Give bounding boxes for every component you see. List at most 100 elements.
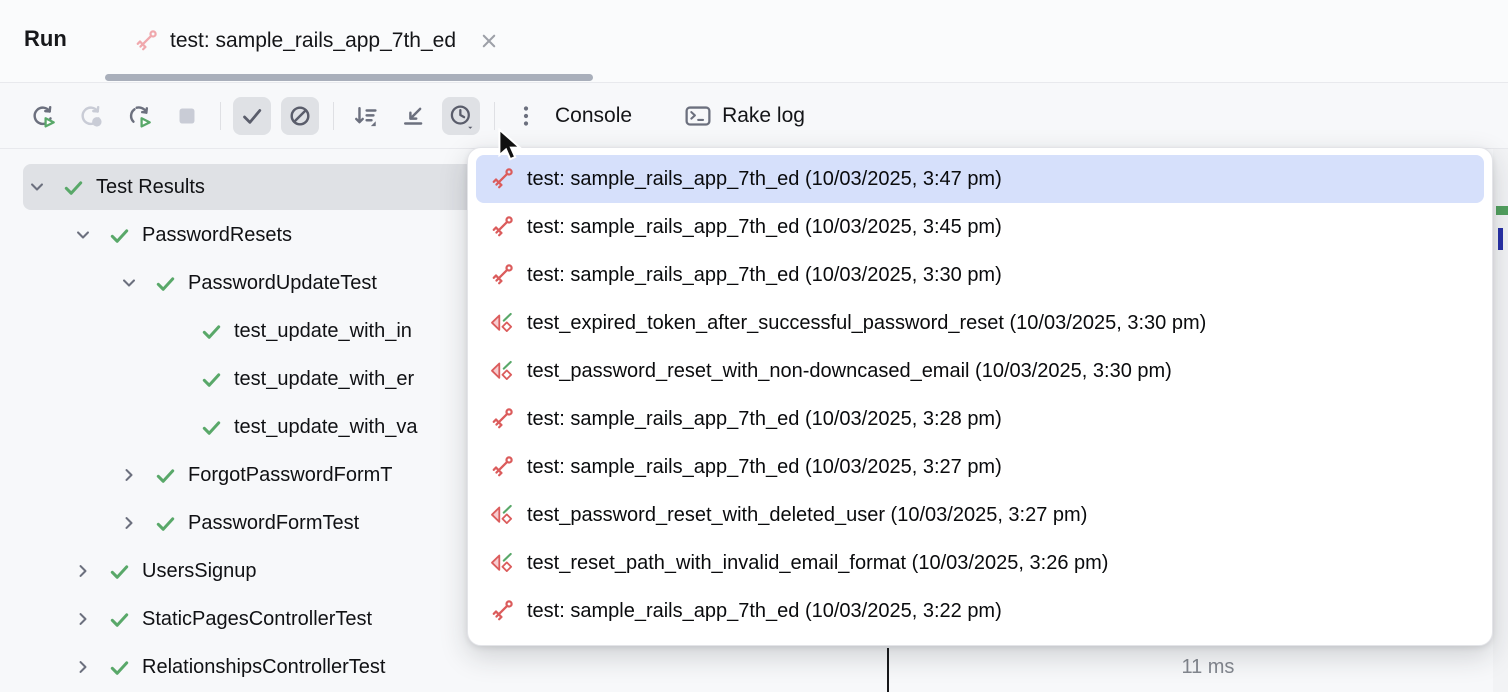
stop-button [168,97,206,135]
test-node-label: test_update_with_er [234,368,414,391]
toolbar-separator [494,102,495,130]
sort-by-duration-button[interactable] [346,97,384,135]
test-node-label: test_update_with_va [234,416,417,439]
test-runner-toolbar: Console Rake log [0,83,1508,149]
rerun-failed-tests-button [72,97,110,135]
auto-test-icon [126,103,152,129]
test-node-label: test_update_with_in [234,320,412,343]
mouse-cursor [497,128,523,162]
history-item-label: test_password_reset_with_non-downcased_e… [527,360,1172,383]
history-item[interactable]: test: sample_rails_app_7th_ed (10/03/202… [476,443,1484,491]
tool-window-header: Run test: sample_rails_app_7th_ed [0,0,1508,83]
rake-task-icon [490,167,514,191]
test-passed-icon [154,464,177,487]
test-node-label: UsersSignup [142,560,257,583]
clock-icon [448,103,474,129]
chevron-right-icon[interactable] [118,464,140,486]
history-item-label: test: sample_rails_app_7th_ed (10/03/202… [527,408,1002,431]
test-node-label: Test Results [96,176,205,199]
rake-log-tab-label: Rake log [722,104,805,128]
rake-task-icon [490,215,514,239]
rake-task-icon [490,455,514,479]
kebab-icon [513,103,539,129]
test-passed-icon [108,656,131,679]
tab-console[interactable]: Console [555,104,632,128]
test-history-button[interactable] [442,97,480,135]
test-passed-icon [108,560,131,583]
arrow-corner-icon [400,103,426,129]
test-passed-icon [62,176,85,199]
close-icon[interactable] [478,30,500,52]
test-history-popup: test: sample_rails_app_7th_ed (10/03/202… [467,147,1493,646]
console-tab-label: Console [555,104,632,128]
run-configuration-tab[interactable]: test: sample_rails_app_7th_ed [105,0,593,82]
tree-indent-spacer [164,320,186,342]
toolbar-separator [333,102,334,130]
history-item-label: test: sample_rails_app_7th_ed (10/03/202… [527,456,1002,479]
progress-bar-fragment [1496,206,1508,215]
test-passed-icon [108,608,131,631]
test-node-label: PasswordUpdateTest [188,272,377,295]
check-filter-icon [239,103,265,129]
rerun-icon [30,103,56,129]
test-node-label: PasswordFormTest [188,512,359,535]
history-item[interactable]: test: sample_rails_app_7th_ed (10/03/202… [476,155,1484,203]
history-item[interactable]: test: sample_rails_app_7th_ed (10/03/202… [476,395,1484,443]
test-passed-icon [154,272,177,295]
rerun-button[interactable] [24,97,62,135]
chevron-right-icon[interactable] [72,656,94,678]
test-duration: 11 ms [1181,643,1234,691]
test-node-label: ForgotPasswordFormT [188,464,393,487]
test-tree-row[interactable]: RelationshipsControllerTest11 ms [0,643,1508,691]
test-passed-icon [154,512,177,535]
minitest-icon [490,503,514,527]
show-ignored-button[interactable] [281,97,319,135]
history-item[interactable]: test: sample_rails_app_7th_ed (10/03/202… [476,251,1484,299]
test-node-label: PasswordResets [142,224,292,247]
history-item-label: test: sample_rails_app_7th_ed (10/03/202… [527,216,1002,239]
history-item-label: test: sample_rails_app_7th_ed (10/03/202… [527,600,1002,623]
tab-rake-log[interactable]: Rake log [684,103,805,129]
rerun-failed-icon [78,103,104,129]
tree-indent-spacer [164,368,186,390]
history-item-label: test_reset_path_with_invalid_email_forma… [527,552,1108,575]
history-item-label: test_expired_token_after_successful_pass… [527,312,1206,335]
rake-task-icon [490,263,514,287]
chevron-down-icon[interactable] [72,224,94,246]
minitest-icon [490,359,514,383]
tree-indent-spacer [164,416,186,438]
run-tab-label: test: sample_rails_app_7th_ed [170,29,456,53]
ban-icon [287,103,313,129]
test-passed-icon [200,368,223,391]
tool-window-title: Run [24,26,67,52]
navigate-with-single-click-button[interactable] [394,97,432,135]
minitest-icon [490,311,514,335]
terminal-icon [684,103,712,129]
history-item[interactable]: test: sample_rails_app_7th_ed (10/03/202… [476,203,1484,251]
history-item[interactable]: test_password_reset_with_deleted_user (1… [476,491,1484,539]
rake-task-icon [134,29,158,53]
scrollbar-fragment [1498,228,1503,250]
rake-task-icon [490,407,514,431]
history-item[interactable]: test_password_reset_with_non-downcased_e… [476,347,1484,395]
chevron-down-icon[interactable] [26,176,48,198]
test-passed-icon [108,224,131,247]
show-passed-button[interactable] [233,97,271,135]
chevron-right-icon[interactable] [72,608,94,630]
test-passed-icon [200,320,223,343]
history-item[interactable]: test: sample_rails_app_7th_ed (10/03/202… [476,587,1484,635]
history-item-label: test: sample_rails_app_7th_ed (10/03/202… [527,264,1002,287]
history-item-label: test: sample_rails_app_7th_ed (10/03/202… [527,168,1002,191]
panel-splitter[interactable] [887,648,889,692]
chevron-right-icon[interactable] [72,560,94,582]
toolbar-separator [220,102,221,130]
chevron-down-icon[interactable] [118,272,140,294]
history-item[interactable]: test_reset_path_with_invalid_email_forma… [476,539,1484,587]
chevron-right-icon[interactable] [118,512,140,534]
rake-task-icon [490,599,514,623]
toggle-auto-test-button[interactable] [120,97,158,135]
test-passed-icon [200,416,223,439]
stop-icon [174,103,200,129]
history-item[interactable]: test_expired_token_after_successful_pass… [476,299,1484,347]
minitest-icon [490,551,514,575]
